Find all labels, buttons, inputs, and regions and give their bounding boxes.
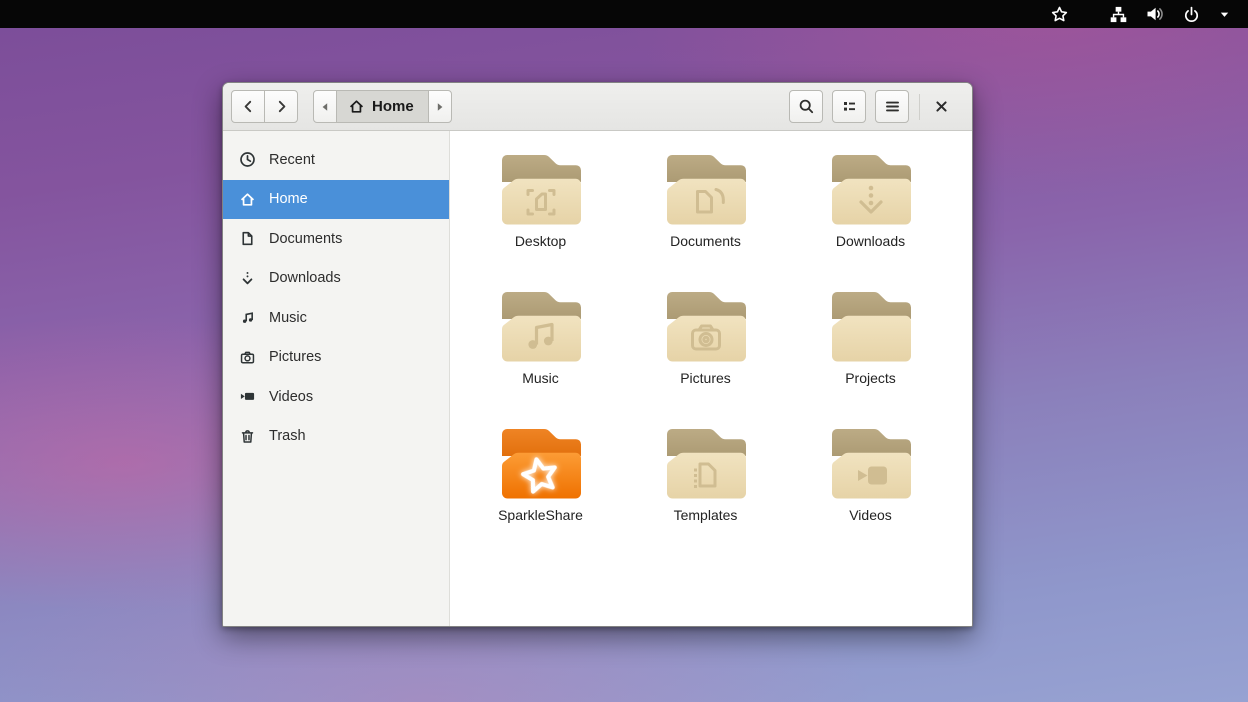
sidebar-item-label: Home: [269, 191, 308, 207]
chevron-left-icon: [240, 98, 257, 115]
menu-button[interactable]: [875, 90, 909, 123]
folder-label: Music: [522, 370, 559, 386]
search-icon: [798, 98, 815, 115]
sidebar-item-label: Recent: [269, 152, 315, 168]
folder-projects[interactable]: Projects: [796, 285, 946, 422]
folder-icon-desktop: [495, 148, 587, 228]
sidebar-item-label: Downloads: [269, 270, 341, 286]
folder-icon-documents: [660, 148, 752, 228]
power-icon[interactable]: [1177, 0, 1206, 28]
folder-templates[interactable]: Templates: [631, 422, 781, 559]
sidebar-item-label: Pictures: [269, 349, 321, 365]
search-button[interactable]: [789, 90, 823, 123]
volume-icon[interactable]: [1140, 0, 1170, 28]
camera-icon: [239, 349, 256, 366]
sidebar-item-videos[interactable]: Videos: [223, 377, 449, 417]
folder-icon-pictures: [660, 285, 752, 365]
window-body: Recent Home Documents: [223, 131, 972, 626]
sidebar-item-trash[interactable]: Trash: [223, 417, 449, 457]
chevron-down-icon[interactable]: [1213, 0, 1236, 28]
path-bar: Home: [313, 90, 452, 123]
home-icon: [239, 191, 256, 208]
desktop-wallpaper: Home: [0, 0, 1248, 702]
recent-clock-icon: [239, 151, 256, 168]
music-note-icon: [239, 309, 256, 326]
trash-icon: [239, 428, 256, 445]
forward-button[interactable]: [264, 90, 298, 123]
folder-icon-templates: [660, 422, 752, 502]
folder-icon-videos: [825, 422, 917, 502]
gnome-top-bar: [0, 0, 1248, 28]
file-grid: Desktop Documents: [450, 131, 972, 626]
view-toggle-button[interactable]: [832, 90, 866, 123]
folder-label: Documents: [670, 233, 741, 249]
path-current-home[interactable]: Home: [336, 90, 429, 123]
path-current-label: Home: [372, 98, 414, 115]
folder-label: Pictures: [680, 370, 731, 386]
places-sidebar: Recent Home Documents: [223, 131, 450, 626]
folder-icon-projects: [825, 285, 917, 365]
files-window: Home: [222, 82, 973, 627]
folder-desktop[interactable]: Desktop: [466, 148, 616, 285]
folder-label: Projects: [845, 370, 896, 386]
folder-sparkleshare[interactable]: SparkleShare: [466, 422, 616, 559]
triangle-right-icon: [434, 101, 446, 113]
nav-buttons: [231, 90, 298, 123]
chevron-right-icon: [273, 98, 290, 115]
document-icon: [239, 230, 256, 247]
folder-label: Videos: [849, 507, 892, 523]
list-view-icon: [841, 98, 858, 115]
folder-label: SparkleShare: [498, 507, 583, 523]
sidebar-item-recent[interactable]: Recent: [223, 140, 449, 180]
folder-icon-music: [495, 285, 587, 365]
folder-pictures[interactable]: Pictures: [631, 285, 781, 422]
folder-label: Templates: [674, 507, 738, 523]
back-button[interactable]: [231, 90, 265, 123]
folder-videos[interactable]: Videos: [796, 422, 946, 559]
folder-downloads[interactable]: Downloads: [796, 148, 946, 285]
close-icon: [934, 99, 949, 114]
sidebar-item-downloads[interactable]: Downloads: [223, 259, 449, 299]
header-action-buttons: [789, 90, 909, 123]
header-bar: Home: [223, 83, 972, 131]
triangle-left-icon: [319, 101, 331, 113]
path-previous-button[interactable]: [313, 90, 337, 123]
sidebar-item-label: Music: [269, 310, 307, 326]
sidebar-item-label: Documents: [269, 231, 342, 247]
download-icon: [239, 270, 256, 287]
sidebar-item-label: Videos: [269, 389, 313, 405]
sidebar-item-music[interactable]: Music: [223, 298, 449, 338]
sidebar-item-pictures[interactable]: Pictures: [223, 338, 449, 378]
home-icon: [348, 98, 365, 115]
network-icon[interactable]: [1104, 0, 1133, 28]
sidebar-item-documents[interactable]: Documents: [223, 219, 449, 259]
folder-label: Desktop: [515, 233, 566, 249]
folder-label: Downloads: [836, 233, 905, 249]
path-next-button[interactable]: [428, 90, 452, 123]
folder-icon-downloads: [825, 148, 917, 228]
sidebar-item-label: Trash: [269, 428, 306, 444]
close-button[interactable]: [926, 92, 956, 122]
folder-icon-sparkleshare: [495, 422, 587, 502]
folder-music[interactable]: Music: [466, 285, 616, 422]
hamburger-menu-icon: [884, 98, 901, 115]
favorites-star-icon[interactable]: [1045, 0, 1074, 28]
folder-documents[interactable]: Documents: [631, 148, 781, 285]
video-camera-icon: [239, 388, 256, 405]
header-separator: [919, 94, 920, 120]
sidebar-item-home[interactable]: Home: [223, 180, 449, 220]
